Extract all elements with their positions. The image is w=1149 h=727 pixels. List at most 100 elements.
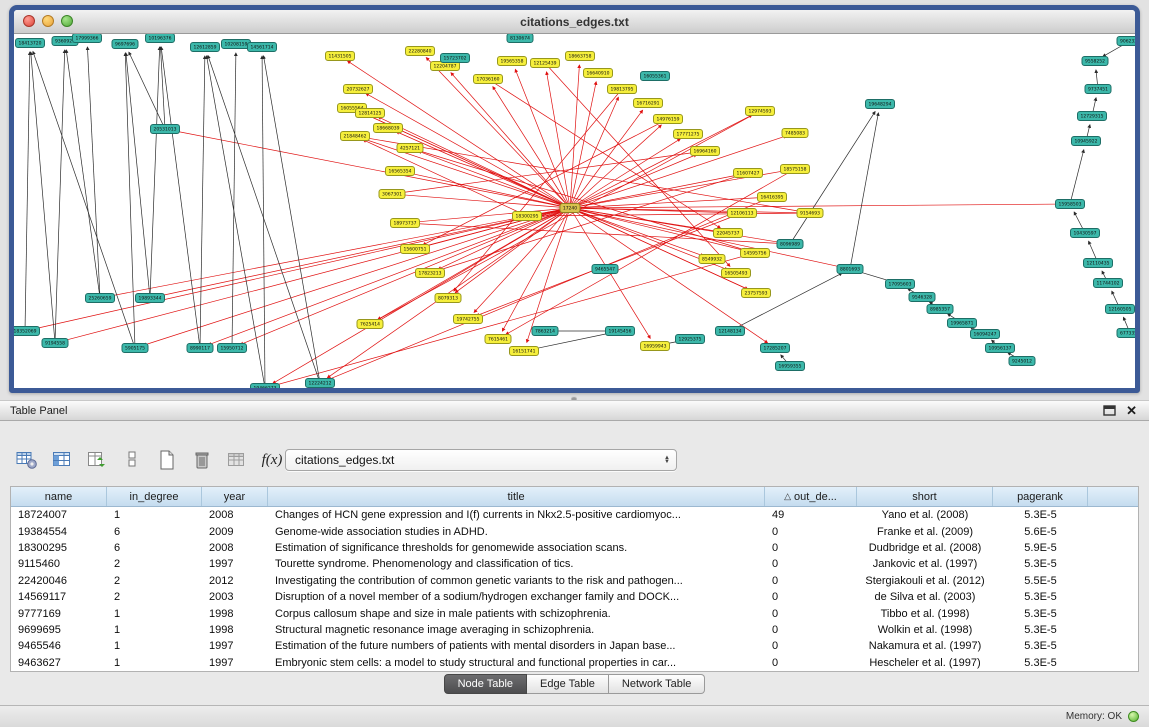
graph-node[interactable]: 18300295 (513, 212, 542, 221)
graph-node[interactable]: 9154693 (797, 209, 823, 218)
graph-node[interactable]: 19565358 (498, 57, 527, 66)
table-row[interactable]: 946362711997Embryonic stem cells: a mode… (11, 655, 1138, 671)
delete-table-icon[interactable] (189, 447, 215, 473)
row-format-icon[interactable] (119, 447, 145, 473)
graph-node[interactable]: 9062321 (1117, 37, 1135, 46)
graph-node[interactable]: 8079313 (435, 294, 461, 303)
tab-node-table[interactable]: Node Table (444, 674, 527, 694)
table-settings-icon[interactable] (14, 447, 40, 473)
graph-node[interactable]: 17285207 (761, 344, 790, 353)
graph-node[interactable]: 17771275 (674, 130, 703, 139)
graph-node[interactable]: 9245012 (1009, 357, 1035, 366)
graph-node[interactable]: 9465547 (592, 265, 618, 274)
table-selector-dropdown[interactable]: citations_edges.txt ▲▼ (285, 449, 677, 471)
graph-node[interactable]: 20531013 (151, 125, 180, 134)
tab-edge-table[interactable]: Edge Table (527, 674, 609, 694)
fx-button[interactable]: f(x) (259, 447, 285, 473)
table-row[interactable]: 1456911722003Disruption of a novel membe… (11, 589, 1138, 605)
graph-node[interactable]: 17823213 (416, 269, 445, 278)
graph-node[interactable]: 10208159 (222, 40, 251, 49)
table-row[interactable]: 911546021997Tourette syndrome. Phenomeno… (11, 556, 1138, 572)
graph-node[interactable]: 9737451 (1085, 85, 1111, 94)
graph-node[interactable]: 14976159 (654, 115, 683, 124)
graph-node[interactable]: 19742755 (454, 315, 483, 324)
select-columns-icon[interactable] (49, 447, 75, 473)
table-row[interactable]: 1938455462009Genome-wide association stu… (11, 523, 1138, 539)
column-header-year[interactable]: year (202, 487, 268, 506)
graph-node[interactable]: 16416395 (758, 193, 787, 202)
graph-node[interactable]: 19813795 (608, 85, 637, 94)
network-canvas[interactable]: 1724011431505207326271605556412814125218… (14, 34, 1135, 388)
column-header-pagerank[interactable]: pagerank (993, 487, 1088, 506)
graph-node[interactable]: 5905175 (122, 344, 148, 353)
graph-node[interactable]: 11607427 (734, 169, 763, 178)
graph-node[interactable]: 7485083 (782, 129, 808, 138)
graph-node[interactable]: 11744102 (1094, 279, 1123, 288)
column-header-out-de[interactable]: △out_de... (765, 487, 857, 506)
window-titlebar[interactable]: citations_edges.txt (14, 10, 1135, 34)
graph-node[interactable]: 8549932 (699, 255, 725, 264)
graph-node[interactable]: 9558252 (1082, 57, 1108, 66)
graph-node[interactable]: 10430597 (1071, 229, 1100, 238)
table-row[interactable]: 977716911998Corpus callosum shape and si… (11, 605, 1138, 621)
graph-node[interactable]: 8130674 (507, 34, 533, 43)
graph-node[interactable]: 12106113 (728, 209, 757, 218)
graph-node[interactable]: 12224212 (306, 379, 335, 388)
graph-node[interactable]: 9546328 (909, 293, 935, 302)
graph-node[interactable]: 19466273 (251, 384, 280, 389)
graph-node[interactable]: 18352069 (14, 327, 40, 336)
graph-node[interactable]: 12612859 (191, 43, 220, 52)
graph-node[interactable]: 8985357 (927, 305, 953, 314)
graph-node[interactable]: 9697696 (112, 40, 138, 49)
graph-node[interactable]: 22045737 (714, 229, 743, 238)
graph-node[interactable]: 6773354 (1117, 329, 1135, 338)
graph-node[interactable]: 12125439 (531, 59, 560, 68)
graph-node[interactable]: 17999366 (73, 34, 102, 43)
minimize-button[interactable] (42, 15, 54, 27)
column-header-short[interactable]: short (857, 487, 993, 506)
float-panel-icon[interactable] (1097, 405, 1122, 416)
graph-node[interactable]: 10945922 (1072, 137, 1101, 146)
graph-node[interactable]: 14595756 (741, 249, 770, 258)
graph-node[interactable]: 22280840 (406, 47, 435, 56)
column-header-name[interactable]: name (11, 487, 107, 506)
graph-node[interactable]: 12729315 (1078, 112, 1107, 121)
graph-node[interactable]: 16959355 (776, 362, 805, 371)
graph-node[interactable]: 15950712 (218, 344, 247, 353)
column-header-in-degree[interactable]: in_degree (107, 487, 202, 506)
graph-node[interactable]: 8801693 (837, 265, 863, 274)
graph-node[interactable]: 16964160 (691, 147, 720, 156)
graph-node[interactable]: 12814125 (356, 109, 385, 118)
graph-node[interactable]: 16151741 (510, 347, 539, 356)
graph-node[interactable]: 15958503 (1056, 200, 1085, 209)
table-row[interactable]: 2242004622012Investigating the contribut… (11, 573, 1138, 589)
graph-node[interactable]: 17095603 (886, 280, 915, 289)
graph-node[interactable]: 18663758 (566, 52, 595, 61)
close-button[interactable] (23, 15, 35, 27)
graph-node[interactable]: 15600751 (401, 245, 430, 254)
column-header-title[interactable]: title (268, 487, 765, 506)
graph-node[interactable]: 9194558 (42, 339, 68, 348)
citation-network-graph[interactable]: 1724011431505207326271605556412814125218… (14, 34, 1135, 388)
graph-node[interactable]: 18413720 (16, 39, 45, 48)
graph-node[interactable]: 12148134 (716, 327, 745, 336)
graph-node[interactable]: 4257121 (397, 144, 423, 153)
graph-node[interactable]: 19893344 (136, 294, 165, 303)
graph-node[interactable]: 3067301 (379, 190, 405, 199)
graph-node[interactable]: 8990117 (187, 344, 213, 353)
graph-node[interactable]: 16959943 (641, 342, 670, 351)
graph-node[interactable]: 15723702 (441, 54, 470, 63)
add-function-column-icon[interactable] (84, 447, 110, 473)
graph-node[interactable]: 10956137 (986, 344, 1015, 353)
table-row[interactable]: 946554611997Estimation of the future num… (11, 638, 1138, 654)
graph-node[interactable]: 16640910 (584, 69, 613, 78)
graph-node[interactable]: 16094247 (971, 330, 1000, 339)
graph-node[interactable]: 19965871 (948, 319, 977, 328)
graph-node[interactable]: 7615461 (485, 335, 511, 344)
graph-node[interactable]: 18973737 (391, 219, 420, 228)
new-table-icon[interactable] (154, 447, 180, 473)
graph-node[interactable]: 17240 (560, 204, 580, 213)
graph-node[interactable]: 12974593 (746, 107, 775, 116)
graph-node[interactable]: 21848462 (341, 132, 370, 141)
table-row[interactable]: 1872400712008Changes of HCN gene express… (11, 507, 1138, 523)
